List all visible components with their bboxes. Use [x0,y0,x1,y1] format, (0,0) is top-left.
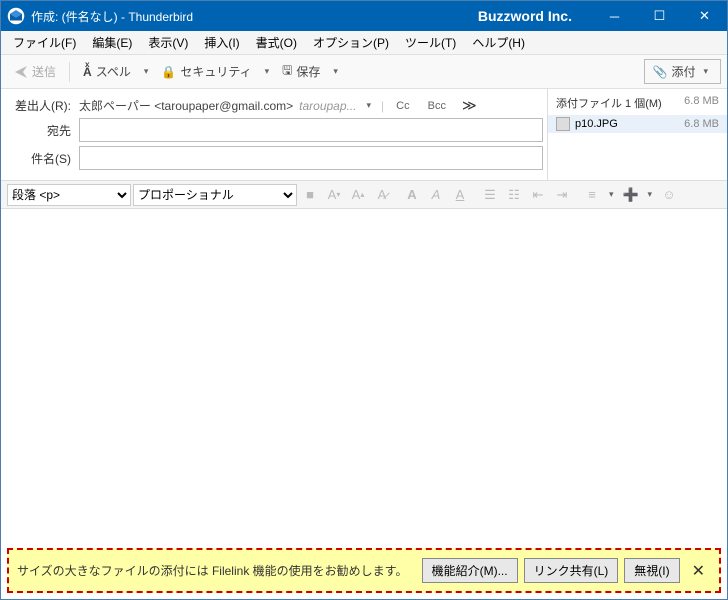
compose-headers: 差出人(R): 太郎ペーパー <taroupaper@gmail.com> ta… [1,89,547,180]
bold-button[interactable]: A [401,184,423,206]
from-value[interactable]: 太郎ペーパー <taroupaper@gmail.com> [79,97,293,114]
spell-button[interactable]: Aͯ スペル [76,58,138,85]
from-dropdown[interactable]: ▾ [363,100,376,111]
outdent-button[interactable]: ⇤ [527,184,549,206]
menu-help[interactable]: ヘルプ(H) [464,30,533,55]
clip-icon: 📎 [653,65,668,79]
attachment-filename: p10.JPG [575,118,684,130]
notification-message: サイズの大きなファイルの添付には Filelink 機能の使用をお勧めします。 [17,562,416,579]
from-label: 差出人(R): [5,97,79,114]
menu-tools[interactable]: ツール(T) [397,30,464,55]
minimize-button[interactable]: ─ [592,1,637,31]
window-title: 作成: (件名なし) - Thunderbird [31,8,193,25]
expand-icon[interactable]: ≫ [458,97,481,114]
toolbar: 送信 Aͯ スペル ▾ 🔒 セキュリティ ▾ 🖫 保存 ▾ 📎 添付 ▾ [1,55,727,89]
file-icon [556,117,570,131]
menubar: ファイル(F) 編集(E) 表示(V) 挿入(I) 書式(O) オプション(P)… [1,31,727,55]
notification-close-icon[interactable]: ✕ [686,561,711,581]
insert-button[interactable]: ➕ [620,184,642,206]
menu-insert[interactable]: 挿入(I) [196,30,247,55]
spell-dropdown[interactable]: ▾ [140,66,153,77]
menu-view[interactable]: 表示(V) [140,30,196,55]
lock-icon: 🔒 [161,65,176,79]
feature-info-button[interactable]: 機能紹介(M)... [422,558,518,583]
security-dropdown[interactable]: ▾ [261,66,274,77]
menu-options[interactable]: オプション(P) [305,30,397,55]
list-ul-button[interactable]: ☰ [479,184,501,206]
attach-header: 添付ファイル 1 個(M) [556,95,684,111]
menu-edit[interactable]: 編集(E) [84,30,140,55]
security-button[interactable]: 🔒 セキュリティ [154,58,258,85]
brand: Buzzword Inc. [478,8,572,24]
link-share-button[interactable]: リンク共有(L) [524,558,619,583]
color-button[interactable]: ■ [299,184,321,206]
font-select[interactable]: プロポーショナル [133,184,297,206]
subject-label: 件名(S) [5,150,79,167]
bcc-button[interactable]: Bcc [422,100,452,112]
attach-dropdown[interactable]: ▾ [699,66,712,77]
clear-format-button[interactable]: A̷ [371,184,393,206]
message-body[interactable] [1,209,727,542]
send-icon [14,65,28,79]
to-label: 宛先 [5,122,79,139]
send-button[interactable]: 送信 [7,58,63,85]
align-button[interactable]: ≡ [581,184,603,206]
subject-input[interactable] [79,146,543,170]
to-input[interactable] [79,118,543,142]
format-toolbar: 段落 <p> プロポーショナル ■ A▾ A▴ A̷ A A A ☰ ☷ ⇤ ⇥… [1,181,727,209]
emoji-button[interactable]: ☺ [658,184,680,206]
menu-format[interactable]: 書式(O) [248,30,305,55]
cc-button[interactable]: Cc [390,100,415,112]
attach-button[interactable]: 📎 添付 ▾ [644,59,722,84]
attach-total-size: 6.8 MB [684,95,719,111]
attachment-panel: 添付ファイル 1 個(M) 6.8 MB p10.JPG 6.8 MB [547,89,727,180]
ignore-button[interactable]: 無視(I) [624,558,679,583]
close-button[interactable]: ✕ [682,1,727,31]
spell-icon: Aͯ [83,65,92,79]
attachment-size: 6.8 MB [684,118,719,130]
list-ol-button[interactable]: ☷ [503,184,525,206]
maximize-button[interactable]: ☐ [637,1,682,31]
filelink-notification: サイズの大きなファイルの添付には Filelink 機能の使用をお勧めします。 … [7,548,721,593]
save-button[interactable]: 🖫 保存 [275,56,327,87]
save-dropdown[interactable]: ▾ [329,66,342,77]
size-inc-button[interactable]: A▴ [347,184,369,206]
paragraph-select[interactable]: 段落 <p> [7,184,131,206]
from-extra: taroupap... [299,99,356,113]
underline-button[interactable]: A [449,184,471,206]
size-dec-button[interactable]: A▾ [323,184,345,206]
save-icon: 🖫 [282,61,292,82]
attachment-item[interactable]: p10.JPG 6.8 MB [548,115,727,133]
menu-file[interactable]: ファイル(F) [5,30,84,55]
indent-button[interactable]: ⇥ [551,184,573,206]
app-icon [7,7,25,25]
italic-button[interactable]: A [425,184,447,206]
titlebar: 作成: (件名なし) - Thunderbird Buzzword Inc. ─… [1,1,727,31]
